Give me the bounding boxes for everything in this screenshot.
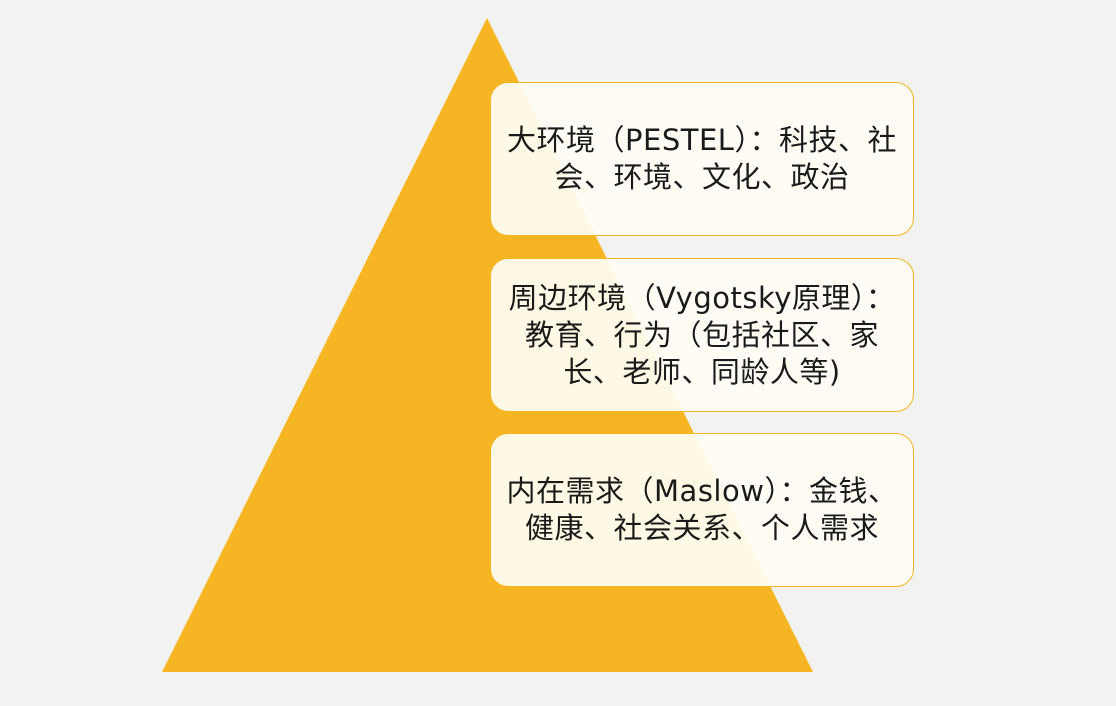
level-label-macro-environment: 大环境（PESTEL）：科技、社会、环境、文化、政治	[507, 123, 897, 194]
level-box-macro-environment: 大环境（PESTEL）：科技、社会、环境、文化、政治	[490, 82, 914, 236]
level-label-internal-needs: 内在需求（Maslow）：金钱、健康、社会关系、个人需求	[506, 474, 898, 545]
level-box-surrounding-environment: 周边环境（Vygotsky原理）：教育、行为（包括社区、家长、老师、同龄人等)	[490, 258, 914, 412]
level-box-internal-needs: 内在需求（Maslow）：金钱、健康、社会关系、个人需求	[490, 433, 914, 587]
level-label-surrounding-environment: 周边环境（Vygotsky原理）：教育、行为（包括社区、家长、老师、同龄人等)	[508, 280, 896, 389]
